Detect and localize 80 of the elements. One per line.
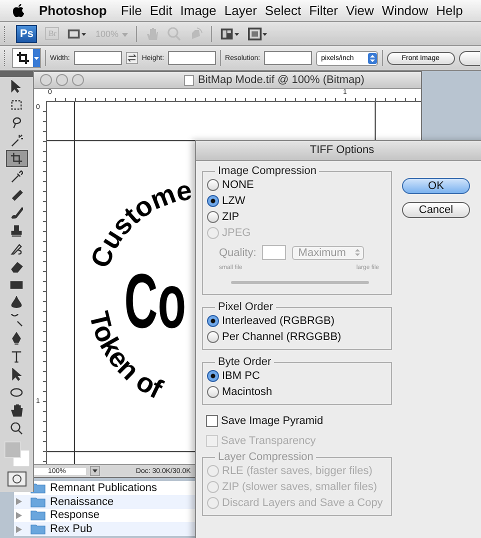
- arrow-icon: [10, 80, 23, 93]
- menu-item[interactable]: Layer: [224, 3, 265, 18]
- wand-icon: [10, 134, 23, 147]
- resolution-field[interactable]: [264, 51, 312, 65]
- disclosure-icon[interactable]: [16, 498, 22, 506]
- hand-icon: [10, 404, 23, 417]
- folder-name: Rex Pub: [50, 523, 92, 536]
- document-icon: [184, 74, 194, 86]
- menu-item[interactable]: Photoshop: [39, 3, 115, 18]
- partial-button[interactable]: [458, 50, 480, 66]
- stepper-icon[interactable]: [368, 52, 377, 64]
- menu-item[interactable]: Select: [264, 3, 310, 18]
- layout-icon[interactable]: [220, 26, 240, 40]
- arrow-icon: [10, 368, 23, 381]
- menu-item[interactable]: File: [120, 3, 150, 18]
- folder-row[interactable]: Response: [14, 508, 214, 522]
- color-swatch-icon[interactable]: [4, 441, 30, 467]
- checkbox-option[interactable]: Save Image Pyramid: [206, 413, 392, 429]
- history-brush-icon: [10, 242, 23, 255]
- disclosure-icon[interactable]: [16, 512, 22, 519]
- radio-option[interactable]: IBM PC: [207, 368, 387, 384]
- radio-button[interactable]: [207, 179, 219, 191]
- arrow-icon[interactable]: [90, 466, 100, 476]
- disclosure-icon[interactable]: [16, 526, 22, 533]
- menu-item[interactable]: Window: [382, 3, 436, 18]
- caret-icon[interactable]: [33, 49, 40, 67]
- radio-option[interactable]: Macintosh: [207, 384, 387, 400]
- folder-icon: [30, 523, 46, 536]
- film-strip-icon[interactable]: [67, 26, 88, 40]
- quick-mask-icon[interactable]: [6, 471, 26, 487]
- crop-icon[interactable]: [16, 51, 30, 65]
- pen-icon: [10, 332, 23, 345]
- eraser-icon: [10, 260, 23, 273]
- group-label: Image Compression: [217, 165, 318, 177]
- folder-icon: [30, 496, 46, 508]
- menu-item[interactable]: Image: [180, 3, 224, 18]
- radio-option[interactable]: NONE: [207, 177, 387, 193]
- radio-button[interactable]: [207, 211, 219, 223]
- folder-name: Response: [50, 509, 100, 522]
- dialog-button[interactable]: Cancel: [402, 202, 470, 218]
- menu-item[interactable]: View: [346, 3, 382, 18]
- tool-preset-picker[interactable]: [12, 48, 41, 68]
- radio-option[interactable]: LZW: [207, 193, 387, 209]
- radio-button[interactable]: [207, 386, 219, 398]
- window-title: BitMap Mode.tif @ 100% (Bitmap): [198, 74, 364, 86]
- drop-icon: [10, 296, 23, 309]
- radio-button[interactable]: [207, 331, 219, 343]
- radio-button[interactable]: [207, 315, 219, 327]
- tool-button[interactable]: [6, 150, 28, 167]
- folder-name: Renaissance: [50, 496, 114, 508]
- folder-name: Remnant Publications: [50, 482, 158, 494]
- app-logo[interactable]: Ps: [16, 24, 38, 42]
- width-field[interactable]: [74, 51, 122, 65]
- radio-option[interactable]: ZIP: [207, 209, 387, 225]
- type-icon: [10, 350, 23, 363]
- brush-icon: [10, 206, 23, 219]
- group-label: Layer Compression: [217, 451, 314, 463]
- radio-option[interactable]: Interleaved (RGBRGB): [207, 313, 387, 329]
- height-field[interactable]: [168, 51, 216, 65]
- dashed-rectangle-icon: [10, 98, 23, 111]
- menu-item[interactable]: Filter: [309, 3, 346, 18]
- group-label: Byte Order: [217, 356, 272, 368]
- screen-mode-icon[interactable]: [248, 26, 268, 40]
- lasso-icon: [10, 116, 23, 129]
- crop-icon: [10, 152, 23, 165]
- dialog-button[interactable]: OK: [402, 178, 470, 194]
- swap-icon[interactable]: [126, 52, 138, 64]
- radio-option[interactable]: Per Channel (RRGGBB): [207, 329, 387, 345]
- quality-label: Quality:: [219, 246, 256, 258]
- menu-item[interactable]: Help: [436, 3, 471, 18]
- apple-logo-icon[interactable]: [12, 3, 25, 18]
- menu-item[interactable]: Edit: [150, 3, 180, 18]
- group-label: Pixel Order: [217, 301, 274, 313]
- radio-button[interactable]: [207, 370, 219, 382]
- eyedropper-icon: [10, 170, 23, 183]
- radio-button[interactable]: [207, 195, 219, 207]
- checkbox[interactable]: [206, 415, 218, 427]
- stamp-icon: [10, 224, 23, 237]
- zoom-icon: [10, 422, 23, 435]
- dialog-title: TIFF Options: [196, 141, 481, 161]
